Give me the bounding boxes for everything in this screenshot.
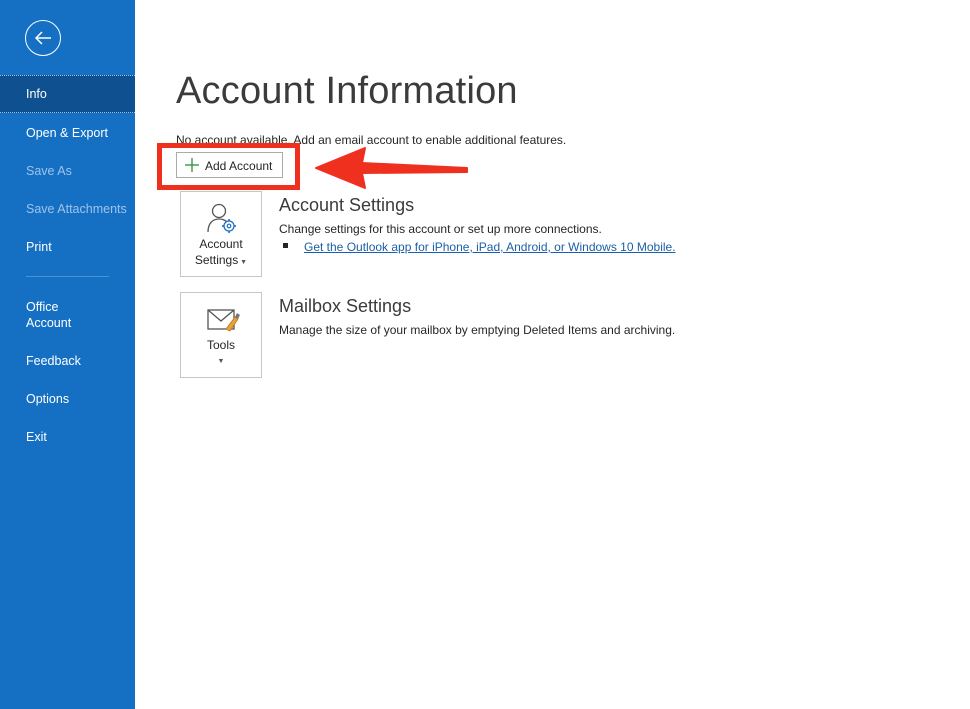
nav-item-print[interactable]: Print <box>0 228 135 266</box>
account-gear-icon <box>205 202 239 237</box>
bullet-icon <box>283 243 288 248</box>
chevron-down-icon: ▼ <box>238 259 248 266</box>
tools-tile-caret-row: ▼ <box>181 351 261 370</box>
account-settings-tile-line2-row: Settings ▼ <box>181 252 261 271</box>
nav-item-info[interactable]: Info <box>0 75 135 113</box>
account-settings-title: Account Settings <box>279 195 415 215</box>
nav-item-open-export[interactable]: Open & Export <box>0 114 135 152</box>
nav-item-save-attachments: Save Attachments <box>26 202 127 216</box>
annotation-arrow-icon <box>315 147 468 189</box>
mailbox-settings-title: Mailbox Settings <box>279 296 412 316</box>
sidebar-divider <box>26 276 109 277</box>
account-settings-tile[interactable]: Account Settings ▼ <box>180 191 262 277</box>
account-settings-tile-line2: Settings <box>194 253 239 267</box>
account-settings-description: Change settings for this account or set … <box>279 222 602 236</box>
chevron-down-icon: ▼ <box>217 358 225 365</box>
nav-item-feedback[interactable]: Feedback <box>0 342 135 380</box>
nav-item-options[interactable]: Options <box>0 380 135 418</box>
nav-item-save-as: Save As <box>26 164 72 178</box>
account-settings-tile-line1: Account <box>199 237 243 251</box>
page-title: Account Information <box>176 70 518 112</box>
nav-item-exit[interactable]: Exit <box>0 418 135 456</box>
outlook-mobile-app-link[interactable]: Get the Outlook app for iPhone, iPad, An… <box>304 240 676 254</box>
nav-item-office-account-line2: Account <box>26 316 72 330</box>
tools-tile[interactable]: Tools ▼ <box>180 292 262 378</box>
nav-item-office-account[interactable]: Office Account <box>0 296 135 336</box>
back-arrow-icon[interactable] <box>25 20 61 56</box>
backstage-sidebar: Info Open & Export Save As Save Attachme… <box>0 0 135 709</box>
tools-mail-brush-icon <box>206 305 240 338</box>
mailbox-settings-description: Manage the size of your mailbox by empty… <box>279 323 676 337</box>
nav-item-office-account-line1: Office <box>26 300 59 314</box>
annotation-highlight-box <box>157 143 300 190</box>
